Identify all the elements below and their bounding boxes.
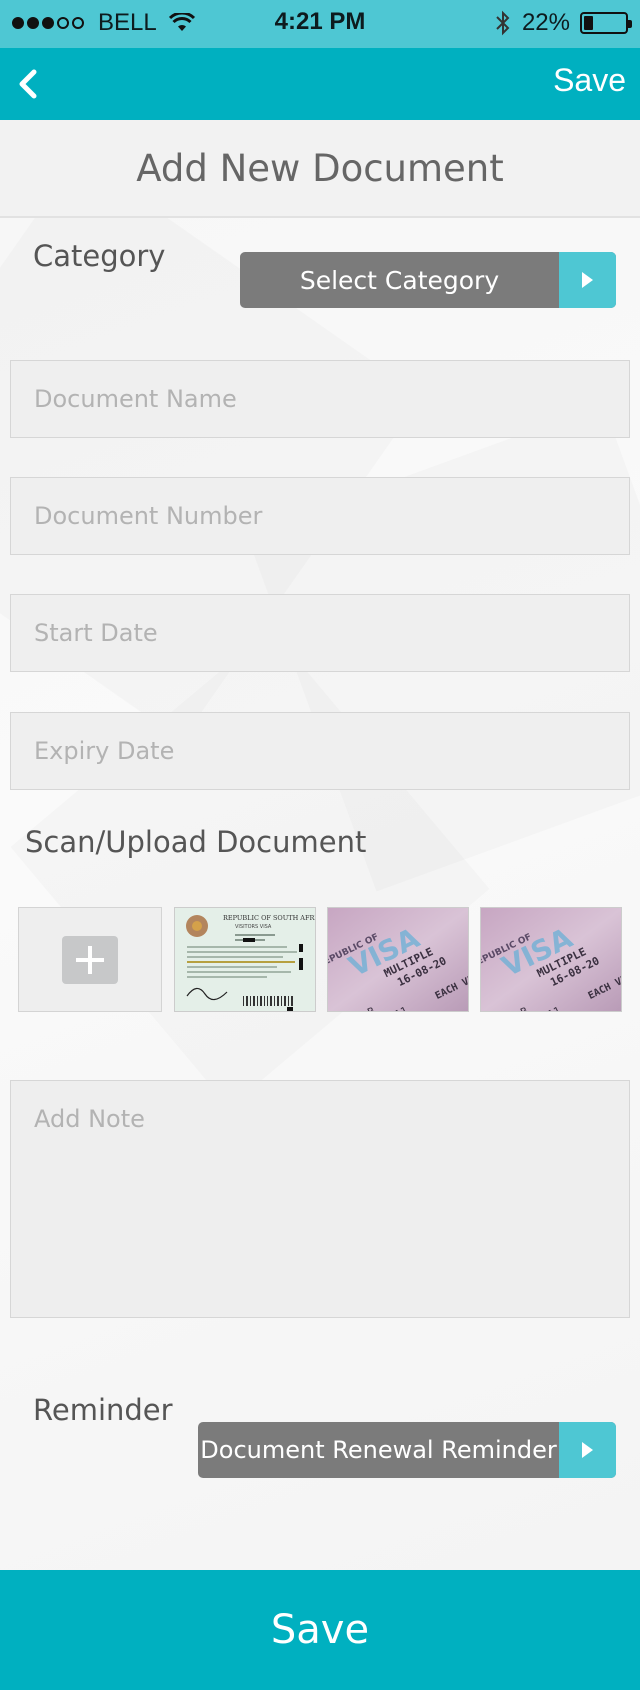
india-visa-image: REPUBLIC OF VISA MULTIPLE 16-08-20 B 201… xyxy=(481,908,621,1011)
reminder-select-arrow[interactable] xyxy=(559,1422,616,1478)
document-thumbnail-india-visa-2[interactable]: REPUBLIC OF VISA MULTIPLE 16-08-20 B 201… xyxy=(480,907,622,1012)
scan-upload-label: Scan/Upload Document xyxy=(25,825,367,859)
start-date-field[interactable] xyxy=(10,594,630,672)
bottom-save-label: Save xyxy=(270,1607,370,1653)
sa-visa-image: REPUBLIC OF SOUTH AFRICA VISITORS VISA xyxy=(175,908,316,1011)
chevron-left-icon[interactable] xyxy=(12,64,52,104)
expiry-date-field[interactable] xyxy=(10,712,630,790)
category-select-arrow[interactable] xyxy=(559,252,616,308)
status-bar: BELL 4:21 PM 22% xyxy=(0,0,640,48)
title-bar: Add New Document xyxy=(0,120,640,218)
bluetooth-icon xyxy=(496,10,510,36)
document-thumbnail-sa-visa[interactable]: REPUBLIC OF SOUTH AFRICA VISITORS VISA xyxy=(174,907,316,1012)
document-number-field[interactable] xyxy=(10,477,630,555)
add-note-field[interactable] xyxy=(10,1080,630,1318)
category-label: Category xyxy=(33,239,166,273)
bottom-save-button[interactable]: Save xyxy=(0,1570,640,1690)
play-arrow-icon xyxy=(582,1442,593,1458)
sa-visa-header: REPUBLIC OF SOUTH AFRICA xyxy=(223,914,316,922)
battery-icon xyxy=(580,12,632,34)
reminder-select-value: Document Renewal Reminder xyxy=(200,1436,557,1464)
plus-icon xyxy=(62,935,118,984)
document-name-field[interactable] xyxy=(10,360,630,438)
play-arrow-icon xyxy=(582,272,593,288)
india-visa-image: REPUBLIC OF VISA MULTIPLE 16-08-20 B 201… xyxy=(328,908,468,1011)
page-title: Add New Document xyxy=(136,146,504,190)
document-thumbnail-india-visa-1[interactable]: REPUBLIC OF VISA MULTIPLE 16-08-20 B 201… xyxy=(327,907,469,1012)
category-select-value: Select Category xyxy=(299,265,500,295)
form-content: Category Select Category Scan/Upload Doc… xyxy=(0,218,640,1570)
nav-bar: Save xyxy=(0,48,640,120)
nav-save-button[interactable]: Save xyxy=(553,62,626,99)
add-document-button[interactable] xyxy=(18,907,162,1012)
battery-percent: 22% xyxy=(521,9,570,36)
status-right: 22% xyxy=(494,9,632,37)
reminder-select[interactable]: Document Renewal Reminder xyxy=(198,1422,616,1478)
reminder-label: Reminder xyxy=(33,1393,173,1427)
category-select[interactable]: Select Category xyxy=(240,252,616,308)
sa-visa-sub: VISITORS VISA xyxy=(235,924,272,930)
